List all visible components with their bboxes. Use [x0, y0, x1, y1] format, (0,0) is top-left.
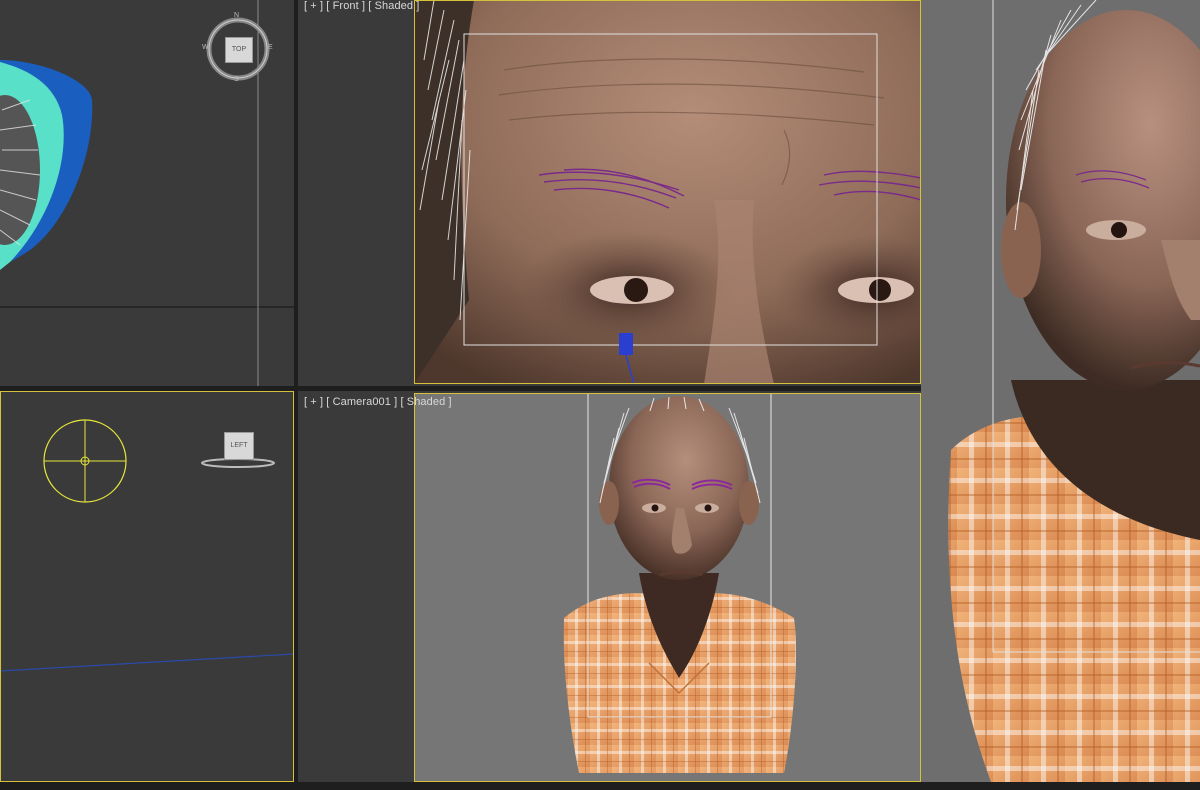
viewcube-top-label: TOP: [231, 46, 247, 53]
compass-south-label: S: [234, 76, 239, 83]
compass-west-label: W: [202, 44, 209, 51]
viewport-camera-label[interactable]: [ + ] [ Camera001 ] [ Shaded ]: [304, 396, 452, 408]
viewport-top[interactable]: TOP N S W E: [0, 0, 294, 386]
viewport-front-label[interactable]: [ + ] [ Front ] [ Shaded ]: [304, 0, 419, 12]
viewport-perspective[interactable]: [921, 0, 1200, 782]
viewport-camera[interactable]: [ + ] [ Camera001 ] [ Shaded ]: [298, 391, 921, 782]
front-render-region: [414, 0, 921, 384]
camera-bust-render: [563, 393, 796, 773]
compass-north-label: N: [234, 12, 240, 19]
viewcube-face[interactable]: TOP: [225, 37, 253, 63]
viewcube-left[interactable]: LEFT: [224, 432, 254, 460]
viewcube-top[interactable]: TOP N S W E: [202, 12, 273, 83]
viewcube-left-label: LEFT: [230, 442, 248, 449]
compass-east-label: E: [268, 44, 273, 51]
viewport-left[interactable]: LEFT: [0, 391, 294, 782]
front-face-closeup: [414, 0, 921, 384]
perspective-bust-render: [948, 0, 1200, 782]
viewport-front[interactable]: [ + ] [ Front ] [ Shaded ]: [298, 0, 921, 386]
camera-render-region: [414, 393, 921, 782]
